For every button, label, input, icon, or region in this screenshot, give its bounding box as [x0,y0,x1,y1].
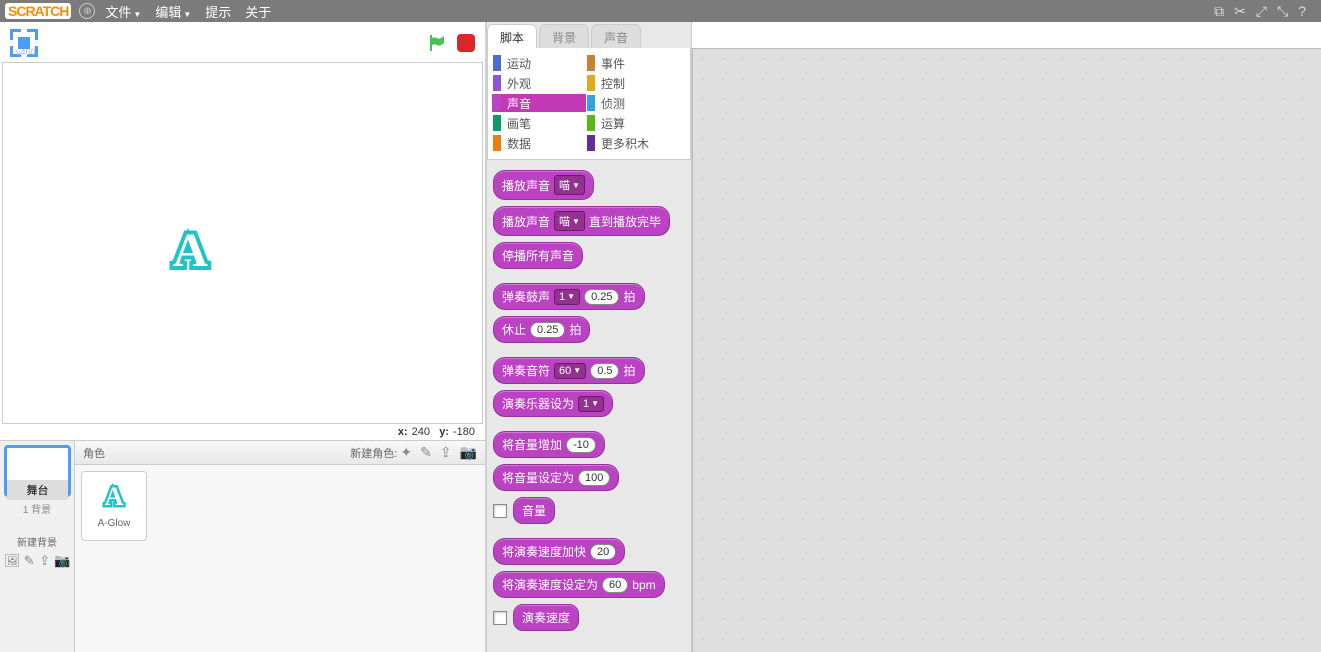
block-change-tempo[interactable]: 将演奏速度加快 20 [493,538,625,565]
tabs: 脚本 背景 声音 [487,22,691,48]
block-rest[interactable]: 休止 0.25 拍 [493,316,590,343]
backdrop-count: 1 背景 [4,501,70,516]
cat-events[interactable]: 事件 [586,54,680,72]
backdrop-camera-icon[interactable]: 📷 [54,553,70,567]
cat-motion[interactable]: 运动 [492,54,586,72]
stamp-icon[interactable]: ⧉ [1214,3,1224,20]
stage-canvas[interactable]: AA [2,62,483,424]
cut-icon[interactable]: ✂ [1234,3,1246,20]
block-play-drum[interactable]: 弹奏鼓声 1▼ 0.25 拍 [493,283,645,310]
block-tempo-reporter[interactable]: 演奏速度 [513,604,579,631]
sprite-camera-icon[interactable]: 📷 [460,444,477,461]
toolbar-icons: ⧉ ✂ ⤢ ⤡ ? [1214,3,1316,20]
block-play-note[interactable]: 弹奏音符 60▼ 0.5 拍 [493,357,645,384]
cat-sound[interactable]: 声音 [492,94,586,112]
new-backdrop-label: 新建背景 [4,534,70,549]
menu-tips[interactable]: 提示 [205,2,231,21]
topbar: SCRATCH ⊕ 文件▼ 编辑▼ 提示 关于 ⧉ ✂ ⤢ ⤡ ? [0,0,1321,22]
tempo-monitor-checkbox[interactable] [493,611,507,625]
cat-operators[interactable]: 运算 [586,114,680,132]
block-change-volume[interactable]: 将音量增加 -10 [493,431,605,458]
cat-looks[interactable]: 外观 [492,74,586,92]
tab-scripts[interactable]: 脚本 [487,24,537,48]
block-volume-reporter[interactable]: 音量 [513,497,555,524]
shrink-icon[interactable]: ⤡ [1277,3,1288,20]
green-flag-icon[interactable] [427,33,447,53]
block-set-instrument[interactable]: 演奏乐器设为 1▼ [493,390,613,417]
mouse-coords: x:240 y:-180 [0,424,485,440]
menu-edit[interactable]: 编辑▼ [155,2,191,21]
stage-header: v460 [0,22,485,60]
block-set-volume[interactable]: 将音量设定为 100 [493,464,619,491]
category-panel: 运动 外观 声音 画笔 数据 事件 控制 侦测 运算 更多积木 [487,48,691,160]
grow-icon[interactable]: ⤢ [1256,3,1267,20]
sprite-on-stage[interactable]: AA [173,223,208,278]
cat-more[interactable]: 更多积木 [586,134,680,152]
sprite-header: 角色 新建角色: ✦ ✎ ⇪ 📷 [75,441,485,465]
blocks-palette: 播放声音 喵▼ 播放声音 喵▼ 直到播放完毕 停播所有声音 弹奏鼓声 1▼ 0.… [487,160,691,652]
volume-monitor-checkbox[interactable] [493,504,507,518]
menu-file[interactable]: 文件▼ [105,2,141,21]
tab-sounds[interactable]: 声音 [591,24,641,48]
block-play-sound-until-done[interactable]: 播放声音 喵▼ 直到播放完毕 [493,206,670,236]
stage-thumbnail[interactable]: 舞台 [4,445,71,497]
menu-about[interactable]: 关于 [245,2,271,21]
sprite-upload-icon[interactable]: ⇪ [440,444,452,461]
stop-icon[interactable] [457,34,475,52]
sprite-name: A-Glow [82,518,146,529]
language-icon[interactable]: ⊕ [79,3,95,19]
backdrop-library-icon[interactable]: 🖼 [4,553,20,567]
sprite-library-icon[interactable]: ✦ [400,444,412,461]
block-set-tempo[interactable]: 将演奏速度设定为 60 bpm [493,571,665,598]
backdrop-paint-icon[interactable]: ✎ [23,553,36,567]
block-stop-all-sounds[interactable]: 停播所有声音 [493,242,583,269]
backdrop-upload-icon[interactable]: ⇪ [39,553,52,567]
tab-costumes[interactable]: 背景 [539,24,589,48]
cat-sensing[interactable]: 侦测 [586,94,680,112]
cat-pen[interactable]: 画笔 [492,114,586,132]
block-play-sound[interactable]: 播放声音 喵▼ [493,170,594,200]
cat-data[interactable]: 数据 [492,134,586,152]
cat-control[interactable]: 控制 [586,74,680,92]
new-sprite-label: 新建角色: [350,445,397,461]
scripts-workspace[interactable] [692,48,1321,652]
scratch-logo: SCRATCH [5,3,71,19]
sprite-item[interactable]: A A-Glow [81,471,147,541]
help-icon[interactable]: ? [1298,3,1306,20]
sprite-paint-icon[interactable]: ✎ [420,444,432,461]
stage-selector: 舞台 1 背景 新建背景 🖼 ✎ ⇪ 📷 [0,441,75,652]
